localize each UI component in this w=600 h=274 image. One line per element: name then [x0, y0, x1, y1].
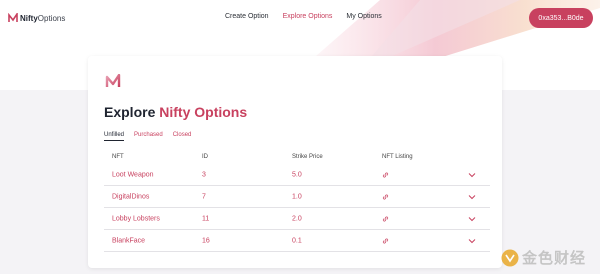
link-icon — [382, 172, 389, 177]
chevron-down-icon — [468, 216, 476, 221]
strike-price: 0.1 — [292, 237, 302, 244]
nft-listing-link[interactable] — [382, 171, 389, 178]
column-header-strike-price: Strike Price — [292, 154, 323, 160]
link-icon — [382, 194, 389, 199]
nifty-logo-icon — [8, 13, 18, 22]
expand-row-button[interactable] — [468, 216, 476, 222]
expand-row-button[interactable] — [468, 172, 476, 178]
nft-listing-link[interactable] — [382, 193, 389, 200]
nft-id: 7 — [202, 193, 206, 200]
nav-explore-options[interactable]: Explore Options — [283, 13, 333, 20]
status-tabs: Unfilled Purchased Closed — [104, 132, 191, 141]
table-row[interactable]: Lobby Lobsters 11 2.0 — [104, 208, 490, 230]
nft-name: DigitalDinos — [112, 193, 150, 200]
tab-purchased[interactable]: Purchased — [134, 132, 163, 141]
page-title: Explore Nifty Options — [104, 104, 248, 120]
nifty-logo-icon — [105, 74, 121, 87]
nft-name: BlankFace — [112, 237, 146, 244]
chevron-down-icon — [468, 238, 476, 243]
column-header-id: ID — [202, 154, 208, 160]
watermark: 金色财经 — [501, 247, 586, 268]
nav-my-options[interactable]: My Options — [346, 13, 381, 20]
table-header: NFT ID Strike Price NFT Listing — [104, 150, 490, 164]
nav-create-option[interactable]: Create Option — [225, 13, 269, 20]
nft-listing-link[interactable] — [382, 237, 389, 244]
column-header-nft-listing: NFT Listing — [382, 154, 413, 160]
nft-id: 11 — [202, 215, 210, 222]
strike-price: 1.0 — [292, 193, 302, 200]
strike-price: 2.0 — [292, 215, 302, 222]
chevron-down-icon — [468, 172, 476, 177]
wallet-address-button[interactable]: 0xa353...B0de — [529, 8, 593, 28]
brand-logo[interactable]: NiftyOptions — [8, 12, 65, 24]
nft-name: Lobby Lobsters — [112, 215, 160, 222]
link-icon — [382, 216, 389, 221]
nft-id: 3 — [202, 171, 206, 178]
nft-listing-link[interactable] — [382, 215, 389, 222]
chevron-down-icon — [468, 194, 476, 199]
strike-price: 5.0 — [292, 171, 302, 178]
options-table: NFT ID Strike Price NFT Listing Loot Wea… — [104, 150, 490, 252]
explore-options-card: Explore Nifty Options Unfilled Purchased… — [88, 56, 502, 268]
tab-unfilled[interactable]: Unfilled — [104, 132, 125, 141]
table-row[interactable]: BlankFace 16 0.1 — [104, 230, 490, 252]
top-navigation-bar: NiftyOptions Create Option Explore Optio… — [0, 0, 600, 36]
nft-id: 16 — [202, 237, 210, 244]
watermark-text: 金色财经 — [521, 250, 586, 267]
nft-name: Loot Weapon — [112, 171, 154, 178]
main-nav: Create Option Explore Options My Options — [225, 13, 382, 20]
expand-row-button[interactable] — [468, 238, 476, 244]
table-row[interactable]: Loot Weapon 3 5.0 — [104, 164, 490, 186]
link-icon — [382, 238, 389, 243]
column-header-nft: NFT — [112, 154, 124, 160]
tab-closed[interactable]: Closed — [173, 132, 192, 141]
table-row[interactable]: DigitalDinos 7 1.0 — [104, 186, 490, 208]
brand-name: NiftyOptions — [20, 13, 66, 23]
watermark-logo-icon — [501, 249, 519, 266]
expand-row-button[interactable] — [468, 194, 476, 200]
